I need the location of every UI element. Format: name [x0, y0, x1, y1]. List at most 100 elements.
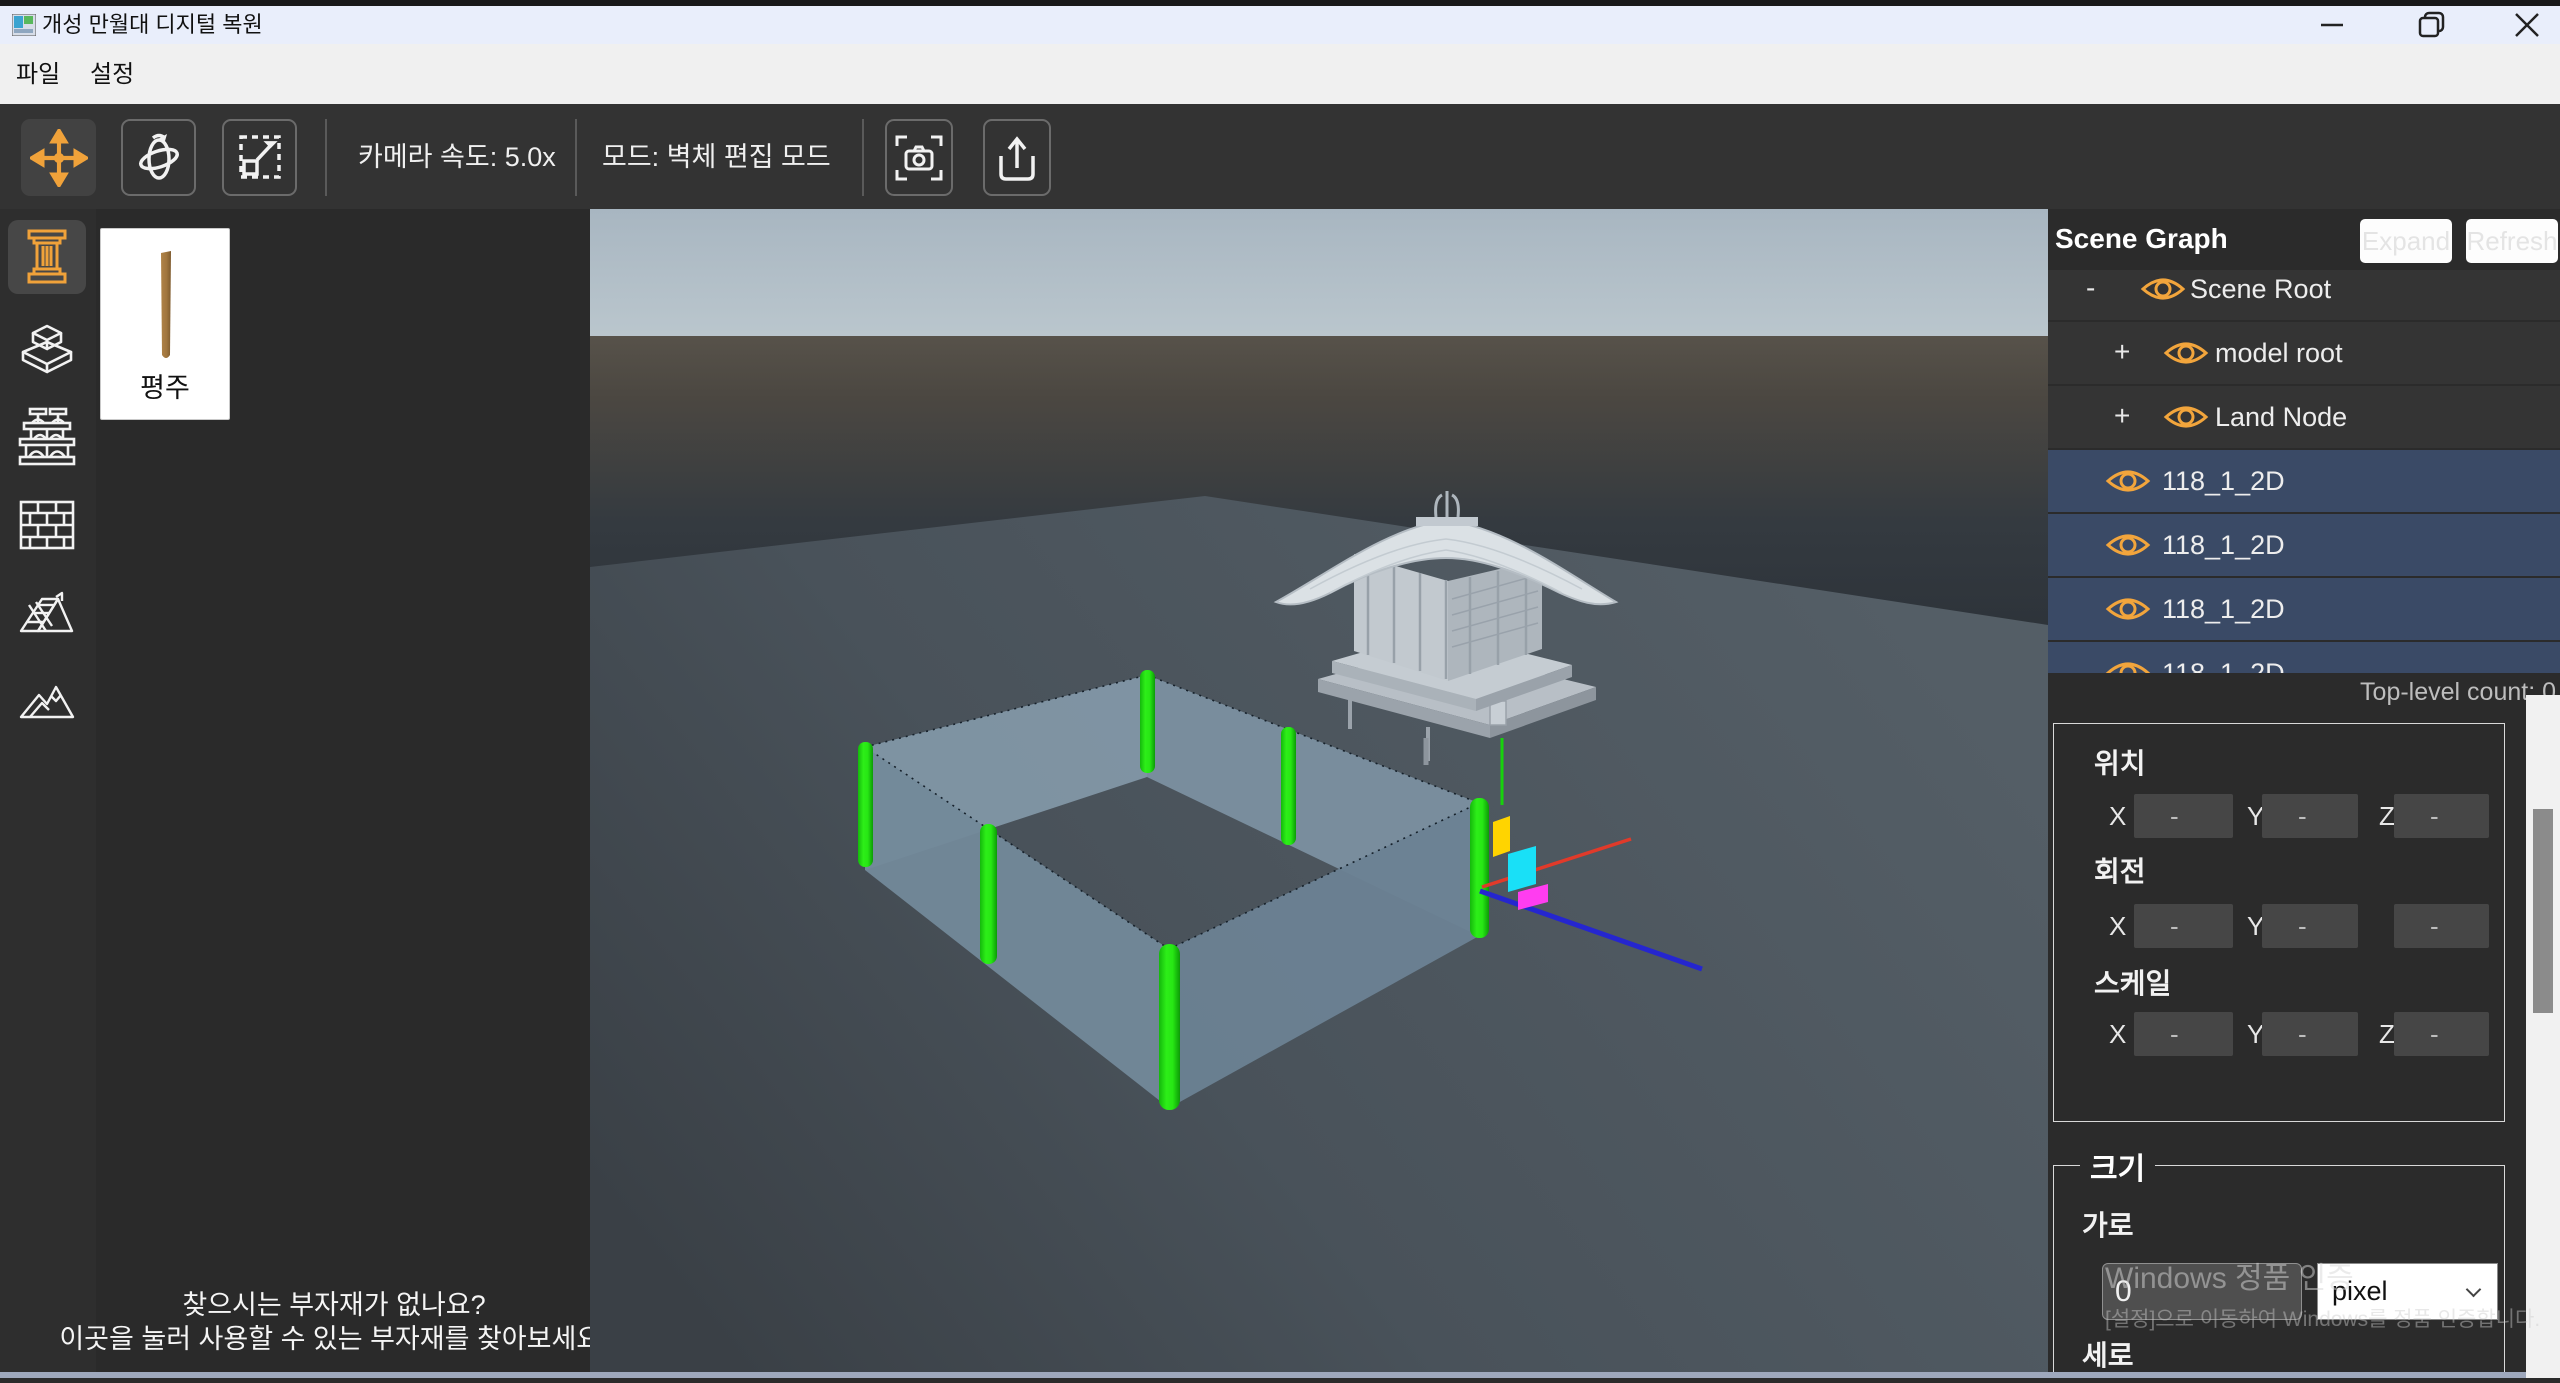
- scrollbar-thumb[interactable]: [2533, 809, 2553, 1013]
- export-icon: [991, 132, 1043, 184]
- scale-x-input[interactable]: [2134, 1012, 2233, 1056]
- tree-node-118-1-2d[interactable]: 118_1_2D: [2048, 578, 2560, 640]
- visibility-eye-icon[interactable]: [2105, 465, 2151, 497]
- window-title: 개성 만월대 디지털 복원: [42, 6, 263, 44]
- gizmo-yellow-handle[interactable]: [1493, 816, 1510, 857]
- axis-x-label: X: [2109, 1012, 2126, 1056]
- tree-node-label[interactable]: Land Node: [2215, 386, 2347, 448]
- tree-node-label[interactable]: Scene Root: [2190, 270, 2331, 320]
- scale-z-input[interactable]: [2394, 1012, 2489, 1056]
- screenshot-button[interactable]: [885, 119, 953, 196]
- bracket-structure-icon: [18, 407, 76, 467]
- tree-node-label[interactable]: model root: [2215, 322, 2343, 384]
- scene-graph-title: Scene Graph: [2055, 223, 2228, 255]
- close-button[interactable]: [2494, 6, 2560, 44]
- refresh-button[interactable]: Refresh: [2466, 219, 2558, 263]
- axis-x-label: X: [2109, 904, 2126, 948]
- minimize-icon: [2319, 12, 2345, 38]
- category-rail: [0, 209, 96, 1378]
- expand-toggle[interactable]: +: [2114, 322, 2130, 384]
- column-left[interactable]: [858, 742, 873, 867]
- column-right-selected[interactable]: [1470, 798, 1489, 938]
- app-icon: [12, 14, 36, 36]
- library-help-text[interactable]: 찾으시는 부자재가 없나요? 이곳을 눌러 사용할 수 있는 부자재를 찾아보세…: [59, 1288, 608, 1356]
- rotation-z-input[interactable]: [2394, 904, 2489, 948]
- column-thumbnail: [156, 251, 176, 361]
- category-terrain-button[interactable]: [8, 662, 86, 736]
- orbit-tool-button[interactable]: [121, 119, 196, 196]
- width-input[interactable]: [2102, 1263, 2302, 1320]
- gizmo-cyan-handle[interactable]: [1508, 846, 1536, 892]
- visibility-eye-icon[interactable]: [2163, 337, 2209, 369]
- width-label: 가로: [2082, 1204, 2134, 1244]
- panel-scrollbar[interactable]: [2526, 695, 2560, 1378]
- expand-button[interactable]: Expand: [2360, 219, 2452, 263]
- category-bracket-button[interactable]: [8, 400, 86, 474]
- visibility-eye-icon[interactable]: [2105, 529, 2151, 561]
- size-section: 크기 가로 pixel 세로: [2053, 1165, 2505, 1378]
- orbit-icon: [131, 130, 187, 186]
- tree-node-label[interactable]: 118_1_2D: [2162, 450, 2285, 512]
- column-front[interactable]: [1159, 944, 1180, 1110]
- visibility-eye-icon[interactable]: [2163, 401, 2209, 433]
- brick-wall-icon: [18, 499, 76, 551]
- restore-button[interactable]: [2399, 6, 2465, 44]
- column-left-front[interactable]: [980, 824, 997, 964]
- unit-select[interactable]: pixel: [2317, 1263, 2498, 1320]
- expand-toggle[interactable]: +: [2114, 386, 2130, 448]
- tree-node-label[interactable]: 118_1_2D: [2162, 514, 2285, 576]
- tree-node-land-node[interactable]: + Land Node: [2048, 386, 2560, 448]
- scale-y-input[interactable]: [2262, 1012, 2358, 1056]
- tree-node-scene-root[interactable]: - Scene Root: [2048, 270, 2560, 320]
- viewport-3d[interactable]: [590, 209, 2048, 1378]
- tree-node-label[interactable]: 118_1_2D: [2162, 578, 2285, 640]
- roof-icon: [18, 589, 76, 637]
- column-right-back[interactable]: [1281, 727, 1296, 845]
- export-button[interactable]: [983, 119, 1051, 196]
- position-y-input[interactable]: [2262, 794, 2358, 838]
- menu-settings[interactable]: 설정: [84, 44, 140, 104]
- tree-node-label[interactable]: 118_1_2D: [2162, 642, 2285, 673]
- category-roof-button[interactable]: [8, 576, 86, 650]
- scale-label: 스케일: [2094, 962, 2171, 1002]
- category-foundation-button[interactable]: [8, 312, 86, 386]
- scale-tool-button[interactable]: [222, 119, 297, 196]
- position-z-input[interactable]: [2394, 794, 2489, 838]
- titlebar[interactable]: 개성 만월대 디지털 복원: [0, 6, 2560, 44]
- visibility-eye-icon[interactable]: [2105, 657, 2151, 673]
- position-x-input[interactable]: [2134, 794, 2233, 838]
- move-icon: [30, 129, 88, 187]
- visibility-eye-icon[interactable]: [2105, 593, 2151, 625]
- transform-properties-box: 위치 X Y Z 회전 X Y 스케일 X Y Z: [2053, 723, 2505, 1122]
- screenshot-icon: [893, 132, 945, 184]
- toolbar-divider: [862, 119, 864, 196]
- mode-label: 모드: 벽체 편집 모드: [602, 104, 831, 209]
- tree-node-118-1-2d[interactable]: 118_1_2D: [2048, 514, 2560, 576]
- unit-select-value: pixel: [2332, 1276, 2388, 1307]
- rotation-x-input[interactable]: [2134, 904, 2233, 948]
- part-card[interactable]: 평주: [100, 228, 230, 420]
- mountain-icon: [18, 677, 76, 721]
- toolbar-divider: [325, 119, 327, 196]
- category-column-button[interactable]: [8, 220, 86, 294]
- category-wall-button[interactable]: [8, 488, 86, 562]
- library-help-line1: 찾으시는 부자재가 없나요?: [59, 1288, 608, 1322]
- move-tool-button[interactable]: [21, 119, 96, 196]
- sky: [590, 209, 2048, 336]
- minimize-button[interactable]: [2299, 6, 2365, 44]
- tree-node-model-root[interactable]: + model root: [2048, 322, 2560, 384]
- menu-file[interactable]: 파일: [10, 44, 66, 104]
- collapse-toggle[interactable]: -: [2086, 270, 2095, 320]
- tree-node-118-1-2d[interactable]: 118_1_2D: [2048, 642, 2560, 673]
- rotation-y-input[interactable]: [2262, 904, 2358, 948]
- column-icon: [19, 228, 75, 286]
- tree-node-118-1-2d[interactable]: 118_1_2D: [2048, 450, 2560, 512]
- camera-speed-label: 카메라 속도: 5.0x: [358, 104, 556, 209]
- library-help-line2: 이곳을 눌러 사용할 수 있는 부자재를 찾아보세요.: [59, 1322, 608, 1356]
- restore-icon: [2418, 11, 2446, 39]
- visibility-eye-icon[interactable]: [2140, 273, 2186, 305]
- axis-z-label: Z: [2379, 794, 2395, 838]
- column-back[interactable]: [1140, 670, 1155, 773]
- part-card-label: 평주: [101, 366, 229, 405]
- window-bottom-edge: [0, 1372, 2526, 1378]
